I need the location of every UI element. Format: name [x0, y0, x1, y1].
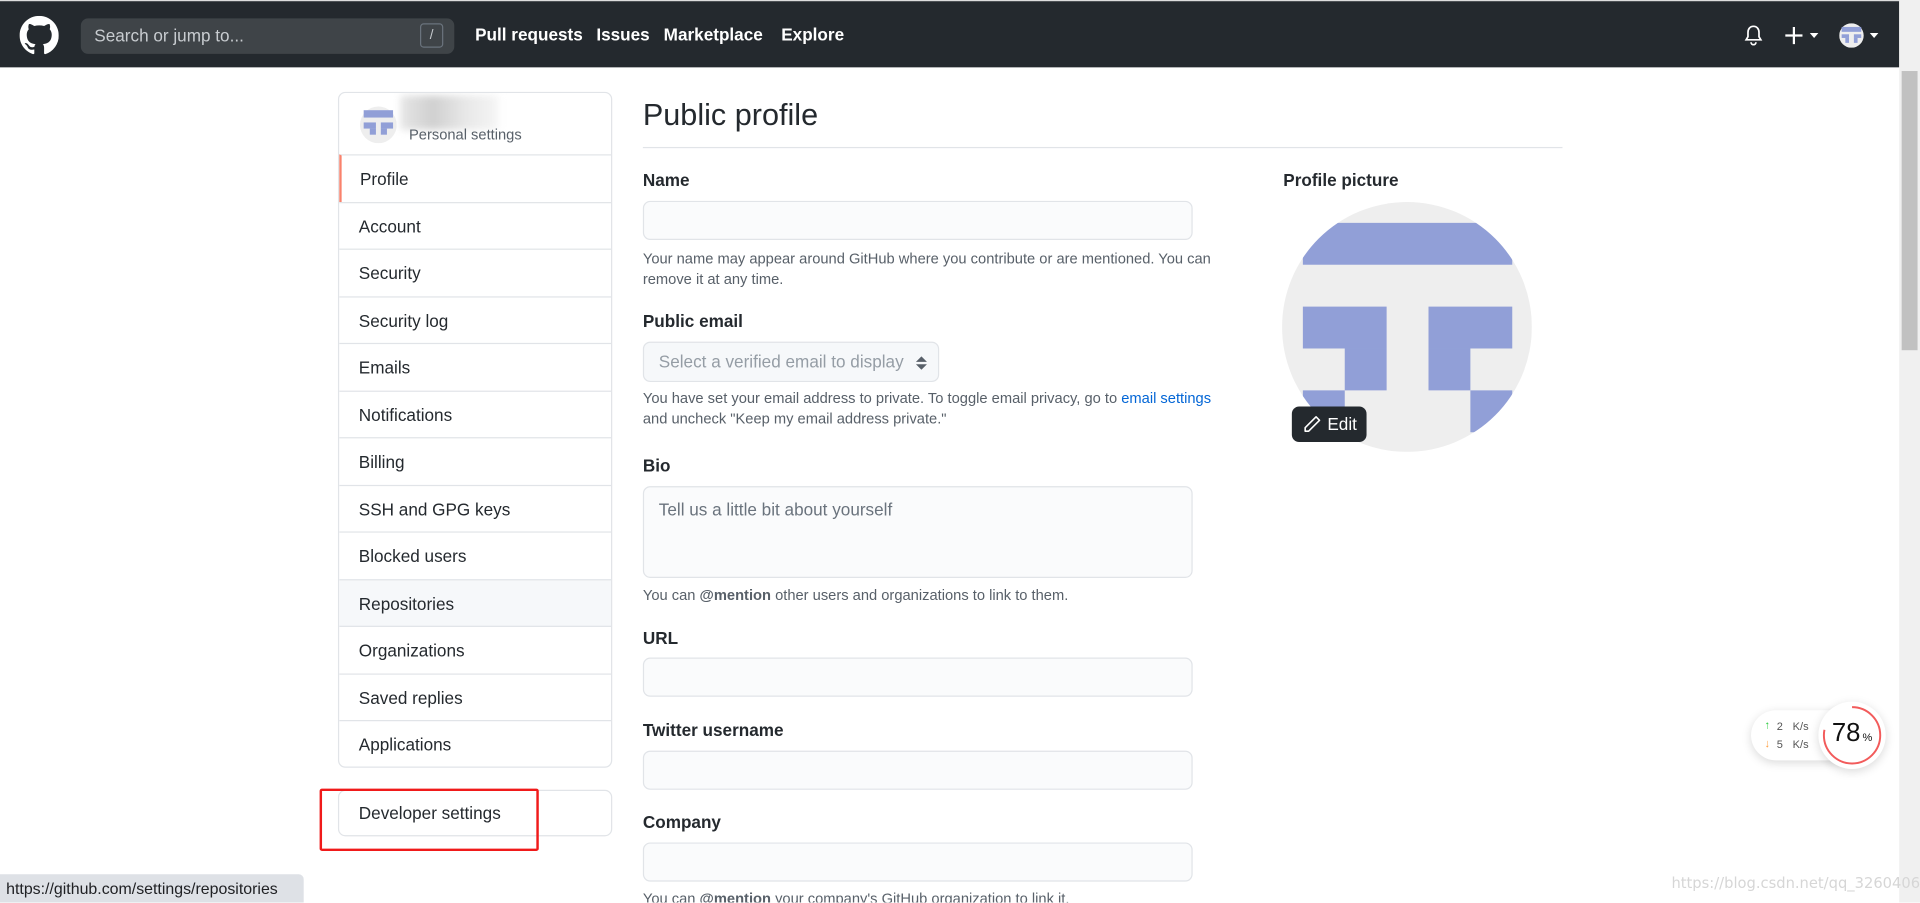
url-input[interactable]	[642, 657, 1193, 697]
plus-dropdown-icon[interactable]	[1784, 26, 1821, 46]
github-logo-icon[interactable]	[19, 15, 59, 55]
nav-explore[interactable]: Explore	[781, 24, 844, 44]
sidebar-item-ssh-gpg-keys[interactable]: SSH and GPG keys	[339, 484, 612, 532]
link-status-bar: https://github.com/settings/repositories	[0, 874, 304, 903]
twitter-label: Twitter username	[642, 720, 784, 740]
top-navbar: Search or jump to... / Pull requests Iss…	[0, 0, 1900, 68]
profile-picture-label: Profile picture	[1283, 170, 1399, 190]
sidebar-item-profile[interactable]: Profile	[339, 154, 612, 203]
public-email-label: Public email	[642, 311, 743, 331]
sidebar-subtitle: Personal settings	[408, 126, 522, 144]
name-input[interactable]	[642, 200, 1193, 241]
sidebar-item-account[interactable]: Account	[339, 201, 612, 249]
company-label: Company	[642, 811, 721, 832]
title-divider	[642, 146, 1563, 149]
upload-unit: K/s	[1792, 720, 1809, 733]
gauge-value: 78	[1831, 718, 1861, 747]
pencil-icon	[1304, 416, 1321, 432]
name-label: Name	[642, 170, 690, 190]
bio-textarea[interactable]: Tell us a little bit about yourself	[642, 486, 1193, 578]
sidebar-item-applications[interactable]: Applications	[339, 720, 612, 767]
gauge-percent-sign: %	[1862, 731, 1873, 744]
sidebar-item-saved-replies[interactable]: Saved replies	[339, 672, 612, 721]
bell-icon[interactable]	[1744, 24, 1764, 46]
search-input[interactable]: Search or jump to...	[80, 18, 455, 54]
page-title: Public profile	[642, 97, 819, 133]
download-speed: 5	[1776, 738, 1783, 751]
name-note: Your name may appear around GitHub where…	[642, 249, 1211, 288]
nav-marketplace[interactable]: Marketplace	[664, 24, 763, 44]
upload-speed: 2	[1776, 720, 1783, 733]
memory-usage-gauge[interactable]: 78 %	[1818, 701, 1886, 769]
edit-picture-button[interactable]: Edit	[1291, 406, 1367, 443]
public-email-select[interactable]: Select a verified email to display	[642, 341, 940, 383]
bio-label: Bio	[642, 455, 671, 476]
sidebar-avatar	[360, 106, 397, 144]
sidebar-item-notifications[interactable]: Notifications	[339, 390, 612, 438]
sidebar-item-emails[interactable]: Emails	[339, 342, 612, 391]
company-note: You can @mention your company's GitHub o…	[642, 890, 1070, 903]
sidebar-item-organizations[interactable]: Organizations	[339, 625, 612, 674]
sidebar-item-blocked-users[interactable]: Blocked users	[339, 531, 612, 579]
select-arrows-icon	[915, 356, 927, 370]
blurred-username	[400, 95, 499, 130]
scrollbar-thumb[interactable]	[1901, 71, 1918, 351]
sidebar-item-repositories[interactable]: Repositories	[339, 578, 612, 627]
settings-sidebar: Personal settings Profile Account Securi…	[337, 91, 613, 768]
url-label: URL	[642, 628, 679, 648]
sidebar-item-billing[interactable]: Billing	[339, 437, 612, 485]
edit-label: Edit	[1327, 413, 1357, 434]
public-email-selected: Select a verified email to display	[658, 351, 904, 372]
user-avatar-menu[interactable]	[1839, 23, 1881, 48]
search-shortcut-key: /	[420, 23, 444, 48]
download-unit: K/s	[1792, 738, 1809, 751]
twitter-input[interactable]	[642, 750, 1193, 790]
nav-issues[interactable]: Issues	[596, 24, 649, 44]
public-email-note: You have set your email address to priva…	[642, 389, 1212, 428]
upload-arrow-icon: ↑	[1764, 718, 1771, 732]
company-input[interactable]	[642, 842, 1193, 882]
nav-pull-requests[interactable]: Pull requests	[475, 24, 583, 44]
download-arrow-icon: ↓	[1764, 737, 1771, 750]
bio-note: You can @mention other users and organiz…	[642, 586, 1069, 604]
highlight-annotation-box	[319, 788, 539, 852]
email-settings-link[interactable]: email settings	[1121, 389, 1211, 406]
watermark: https://blog.csdn.net/qq_32604067	[1671, 874, 1920, 892]
sidebar-item-security-log[interactable]: Security log	[339, 295, 612, 344]
sidebar-item-security[interactable]: Security	[339, 248, 612, 297]
